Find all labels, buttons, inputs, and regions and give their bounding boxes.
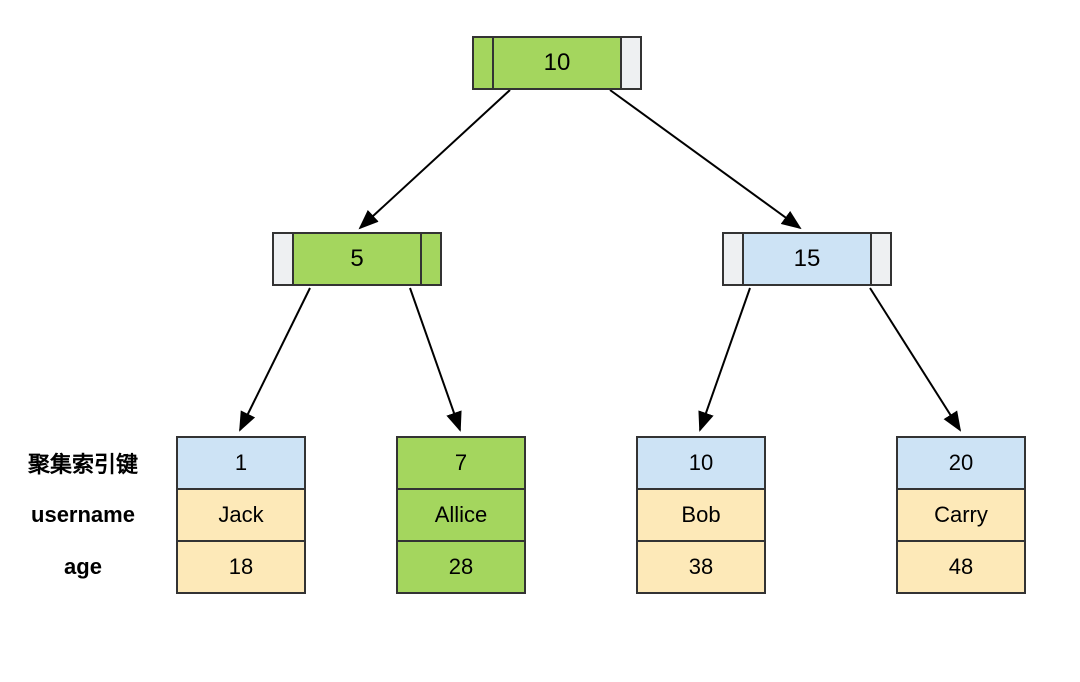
leaf1-age: 18 bbox=[176, 540, 306, 594]
root-right-pad bbox=[620, 36, 642, 90]
leaf3-username: Bob bbox=[636, 488, 766, 542]
leaf3-key: 10 bbox=[636, 436, 766, 490]
root-node: 10 bbox=[472, 36, 642, 90]
node5-value: 5 bbox=[292, 232, 422, 286]
internal-node-left: 5 bbox=[272, 232, 442, 286]
label-age: age bbox=[64, 540, 102, 594]
leaf1-key: 1 bbox=[176, 436, 306, 490]
leaf2-age: 28 bbox=[396, 540, 526, 594]
leaf3-age: 38 bbox=[636, 540, 766, 594]
leaf-node-1: 1 Jack 18 bbox=[176, 436, 306, 594]
leaf4-age: 48 bbox=[896, 540, 1026, 594]
leaf-node-4: 20 Carry 48 bbox=[896, 436, 1026, 594]
node15-left-pad bbox=[722, 232, 744, 286]
root-value: 10 bbox=[492, 36, 622, 90]
leaf1-username: Jack bbox=[176, 488, 306, 542]
root-left-pad bbox=[472, 36, 494, 90]
node5-right-pad bbox=[420, 232, 442, 286]
leaf-node-2: 7 Allice 28 bbox=[396, 436, 526, 594]
row-labels: 聚集索引键 username age bbox=[18, 436, 148, 594]
internal-node-right: 15 bbox=[722, 232, 892, 286]
label-username: username bbox=[31, 488, 135, 542]
leaf2-key: 7 bbox=[396, 436, 526, 490]
label-clustered-index-key: 聚集索引键 bbox=[28, 436, 138, 490]
leaf-node-3: 10 Bob 38 bbox=[636, 436, 766, 594]
leaf4-key: 20 bbox=[896, 436, 1026, 490]
node5-left-pad bbox=[272, 232, 294, 286]
node15-right-pad bbox=[870, 232, 892, 286]
node15-value: 15 bbox=[742, 232, 872, 286]
leaf4-username: Carry bbox=[896, 488, 1026, 542]
leaf2-username: Allice bbox=[396, 488, 526, 542]
